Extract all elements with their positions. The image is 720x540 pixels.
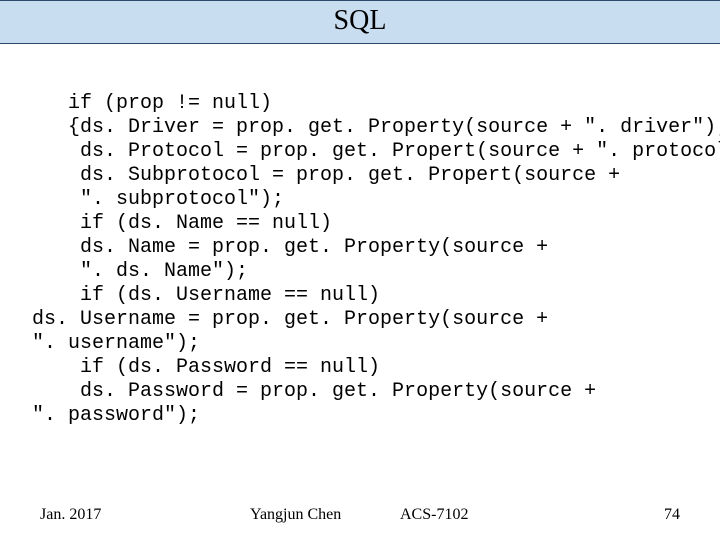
footer-page-number: 74: [664, 506, 680, 524]
slide: SQL if (prop != null) {ds. Driver = prop…: [0, 0, 720, 540]
slide-title: SQL: [334, 5, 387, 36]
code-block: if (prop != null) {ds. Driver = prop. ge…: [32, 92, 688, 428]
title-bar: SQL: [0, 0, 720, 44]
footer-date: Jan. 2017: [40, 506, 101, 524]
footer-author: Yangjun Chen: [250, 506, 341, 524]
footer-course: ACS-7102: [400, 506, 468, 524]
